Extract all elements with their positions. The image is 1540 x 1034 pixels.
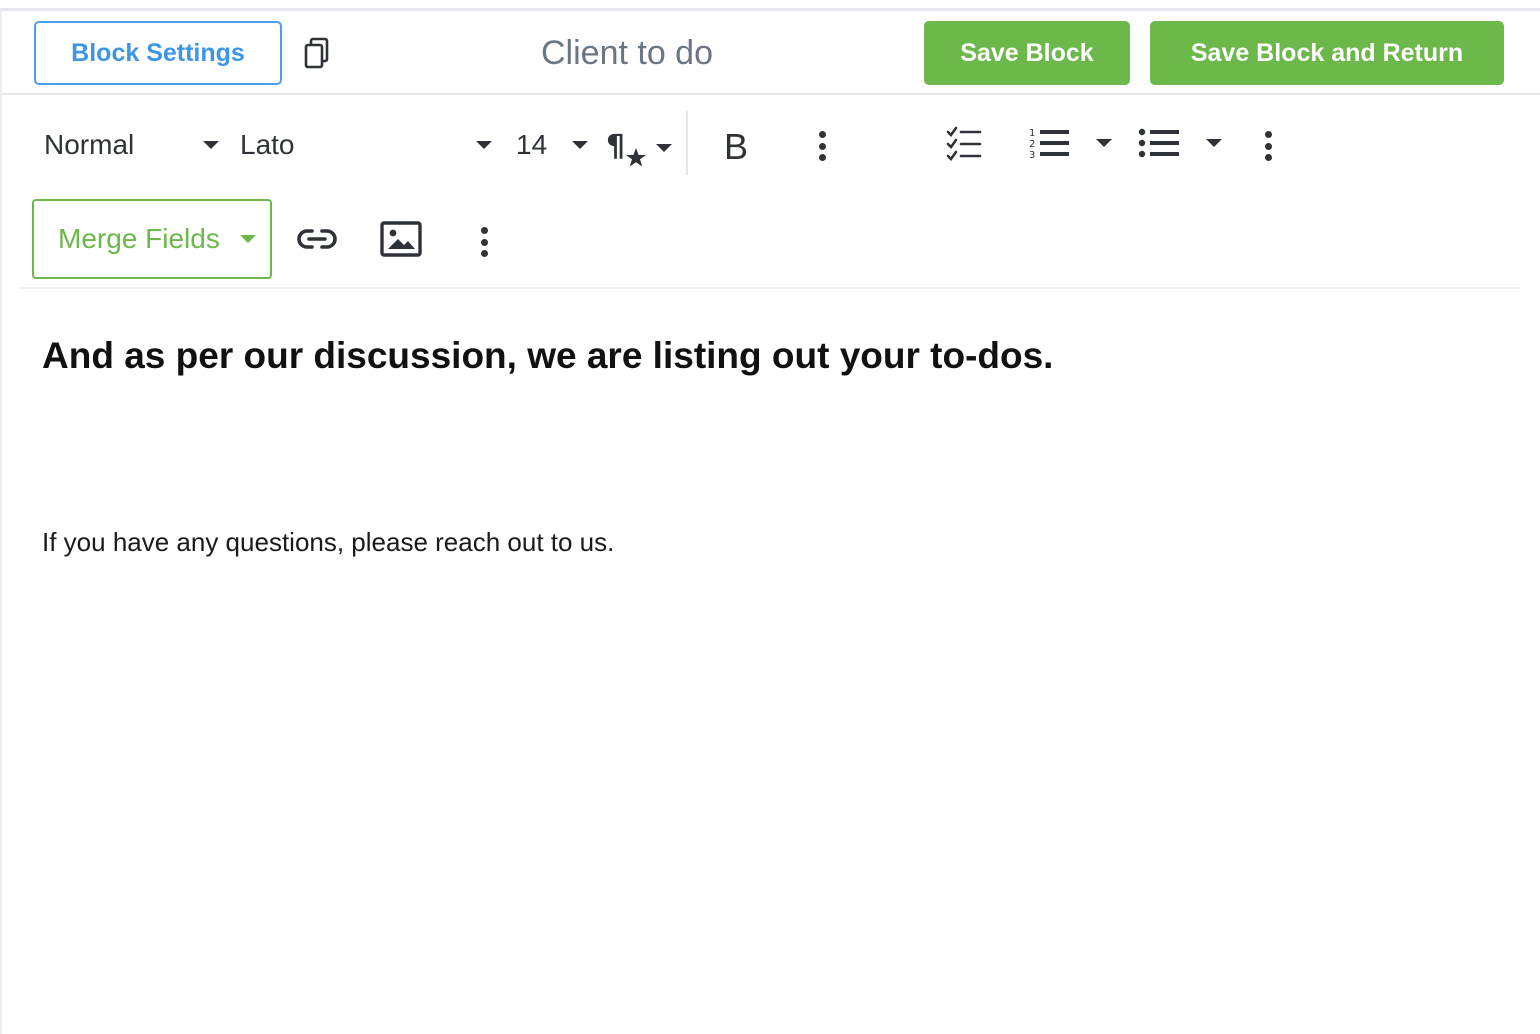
svg-text:3: 3: [1029, 150, 1035, 160]
block-settings-button[interactable]: Block Settings: [34, 21, 282, 85]
svg-text:¶: ¶: [606, 129, 625, 164]
paragraph-style-dropdown[interactable]: Normal: [44, 125, 219, 165]
link-icon: [297, 229, 337, 249]
bold-button[interactable]: B: [724, 126, 749, 167]
font-family-dropdown[interactable]: Lato: [240, 125, 492, 165]
merge-fields-dropdown[interactable]: Merge Fields: [32, 199, 272, 279]
svg-text:1: 1: [1029, 128, 1035, 139]
chevron-down-icon: [476, 141, 492, 149]
chevron-down-icon: [1206, 139, 1222, 147]
merge-fields-label: Merge Fields: [58, 223, 220, 254]
more-paragraph-button[interactable]: [1264, 129, 1272, 163]
font-family-value: Lato: [240, 129, 295, 160]
checklist-button[interactable]: [946, 125, 982, 161]
block-title: Client to do: [541, 34, 713, 72]
paragraph-style-value: Normal: [44, 129, 135, 160]
toolbar-divider: [686, 111, 688, 175]
image-icon: [380, 221, 422, 257]
ordered-list-dropdown[interactable]: 1 2 3: [1028, 125, 1112, 161]
more-vertical-icon: [1264, 131, 1272, 161]
unordered-list-dropdown[interactable]: [1138, 125, 1222, 161]
font-size-dropdown[interactable]: 14: [516, 125, 588, 165]
ordered-list-icon: 1 2 3: [1029, 128, 1069, 160]
unordered-list-icon: [1138, 128, 1179, 158]
font-size-value: 14: [516, 129, 548, 160]
copy-icon[interactable]: [304, 37, 330, 69]
chevron-down-icon: [1096, 139, 1112, 147]
more-rich-button[interactable]: [480, 225, 488, 259]
editor-heading[interactable]: And as per our discussion, we are listin…: [42, 335, 1053, 377]
more-text-button[interactable]: [818, 129, 826, 163]
more-vertical-icon: [818, 131, 826, 161]
chevron-down-icon: [239, 235, 256, 243]
save-block-and-return-button[interactable]: Save Block and Return: [1150, 21, 1504, 85]
checklist-icon: [946, 126, 982, 161]
svg-text:2: 2: [1029, 139, 1035, 150]
bold-icon: B: [724, 126, 749, 167]
chevron-down-icon: [203, 141, 219, 149]
chevron-down-icon: [656, 144, 672, 152]
insert-link-button[interactable]: [296, 223, 338, 255]
more-vertical-icon: [480, 227, 488, 257]
chevron-down-icon: [572, 141, 588, 149]
header-bar: Block Settings Client to do Save Block S…: [2, 11, 1540, 95]
paragraph-format-icon: ¶: [606, 129, 646, 167]
editor-frame: Block Settings Client to do Save Block S…: [0, 8, 1540, 1034]
editor-paragraph[interactable]: If you have any questions, please reach …: [42, 527, 614, 558]
save-block-button[interactable]: Save Block: [924, 21, 1130, 85]
toolbar-editor-divider: [20, 287, 1520, 289]
paragraph-format-dropdown[interactable]: ¶: [606, 125, 672, 171]
insert-image-button[interactable]: [380, 221, 422, 257]
